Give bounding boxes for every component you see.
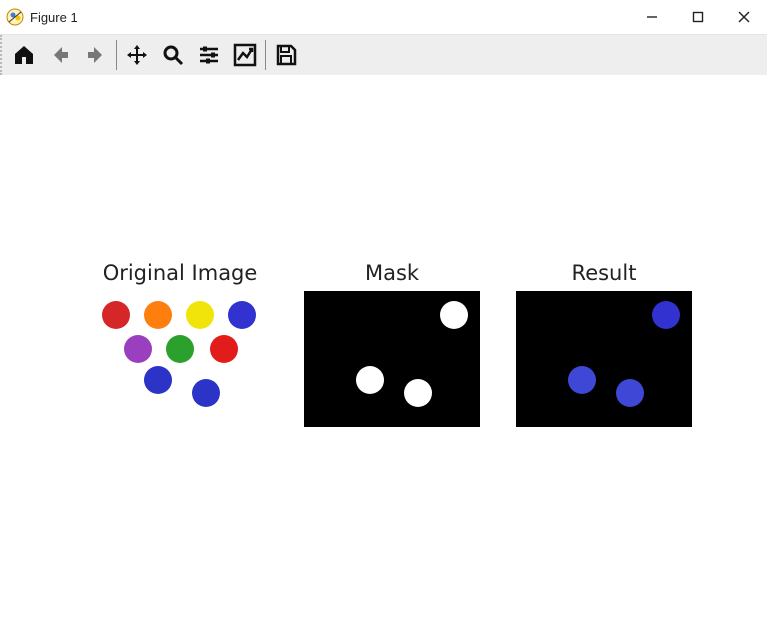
arrow-right-icon — [84, 43, 108, 67]
subplot-original-image — [92, 291, 268, 427]
app-icon — [6, 8, 24, 26]
titlebar: Figure 1 — [0, 0, 767, 35]
maximize-button[interactable] — [675, 0, 721, 34]
close-button[interactable] — [721, 0, 767, 34]
subplot-mask: Mask — [304, 261, 480, 427]
subplot-result: Result — [516, 261, 692, 427]
toolbar — [0, 35, 767, 75]
subplot-title: Mask — [304, 261, 480, 285]
toolbar-separator — [265, 40, 266, 70]
arrow-left-icon — [48, 43, 72, 67]
axes-button[interactable] — [227, 37, 263, 73]
pan-button[interactable] — [119, 37, 155, 73]
window-title: Figure 1 — [30, 10, 629, 25]
chart-line-icon — [233, 43, 257, 67]
subplot-original: Original Image — [92, 261, 268, 427]
subplot-mask-image — [304, 291, 480, 427]
move-icon — [125, 43, 149, 67]
zoom-button[interactable] — [155, 37, 191, 73]
window-controls — [629, 0, 767, 34]
subplot-title: Result — [516, 261, 692, 285]
minimize-button[interactable] — [629, 0, 675, 34]
subplot-result-image — [516, 291, 692, 427]
subplots-button[interactable] — [191, 37, 227, 73]
toolbar-separator — [116, 40, 117, 70]
save-icon — [274, 43, 298, 67]
home-icon — [12, 43, 36, 67]
home-button[interactable] — [6, 37, 42, 73]
save-button[interactable] — [268, 37, 304, 73]
forward-button[interactable] — [78, 37, 114, 73]
figure-canvas[interactable]: Original Image Mask Result — [0, 75, 767, 638]
sliders-icon — [197, 43, 221, 67]
magnify-icon — [161, 43, 185, 67]
back-button[interactable] — [42, 37, 78, 73]
subplot-title: Original Image — [92, 261, 268, 285]
